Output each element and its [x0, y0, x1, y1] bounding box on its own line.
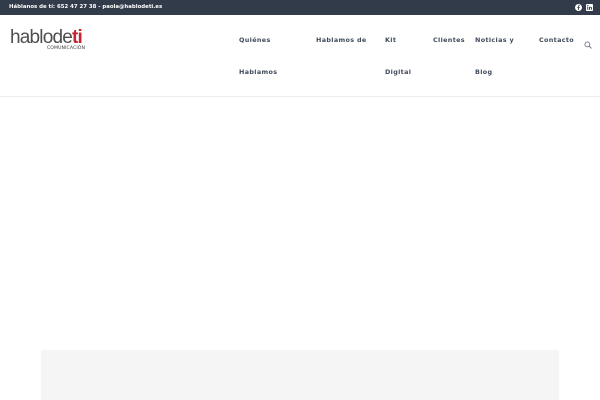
nav-label-line1: Contacto — [539, 36, 575, 44]
nav-label-line1: Clientes — [433, 36, 465, 44]
site-header: hablodeti COMUNICACIÓN Quiénes Hablamos … — [0, 15, 600, 97]
nav-label-line1: Kit — [385, 36, 397, 44]
nav-label-line2: Digital — [385, 68, 412, 76]
nav-label-line1: Hablamos de — [316, 36, 367, 44]
logo-tagline: COMUNICACIÓN — [47, 46, 86, 51]
nav-label-line1: Quiénes — [239, 36, 271, 44]
main-content-area — [0, 98, 600, 350]
nav-label-line2: Hablamos — [239, 68, 278, 76]
nav-label-line1: Noticias y — [475, 36, 514, 44]
search-icon[interactable] — [584, 36, 592, 49]
nav-label-line2: Blog — [475, 68, 493, 76]
logo-wordmark: hablodeti — [10, 27, 83, 48]
facebook-icon[interactable] — [574, 3, 582, 11]
contact-info: Háblanos de tí: 652 47 27 38 - paola@hab… — [9, 4, 163, 10]
content-section — [41, 350, 559, 400]
site-logo[interactable]: hablodeti COMUNICACIÓN — [10, 27, 94, 53]
top-bar: Háblanos de tí: 652 47 27 38 - paola@hab… — [0, 0, 600, 15]
linkedin-icon[interactable] — [585, 3, 593, 11]
